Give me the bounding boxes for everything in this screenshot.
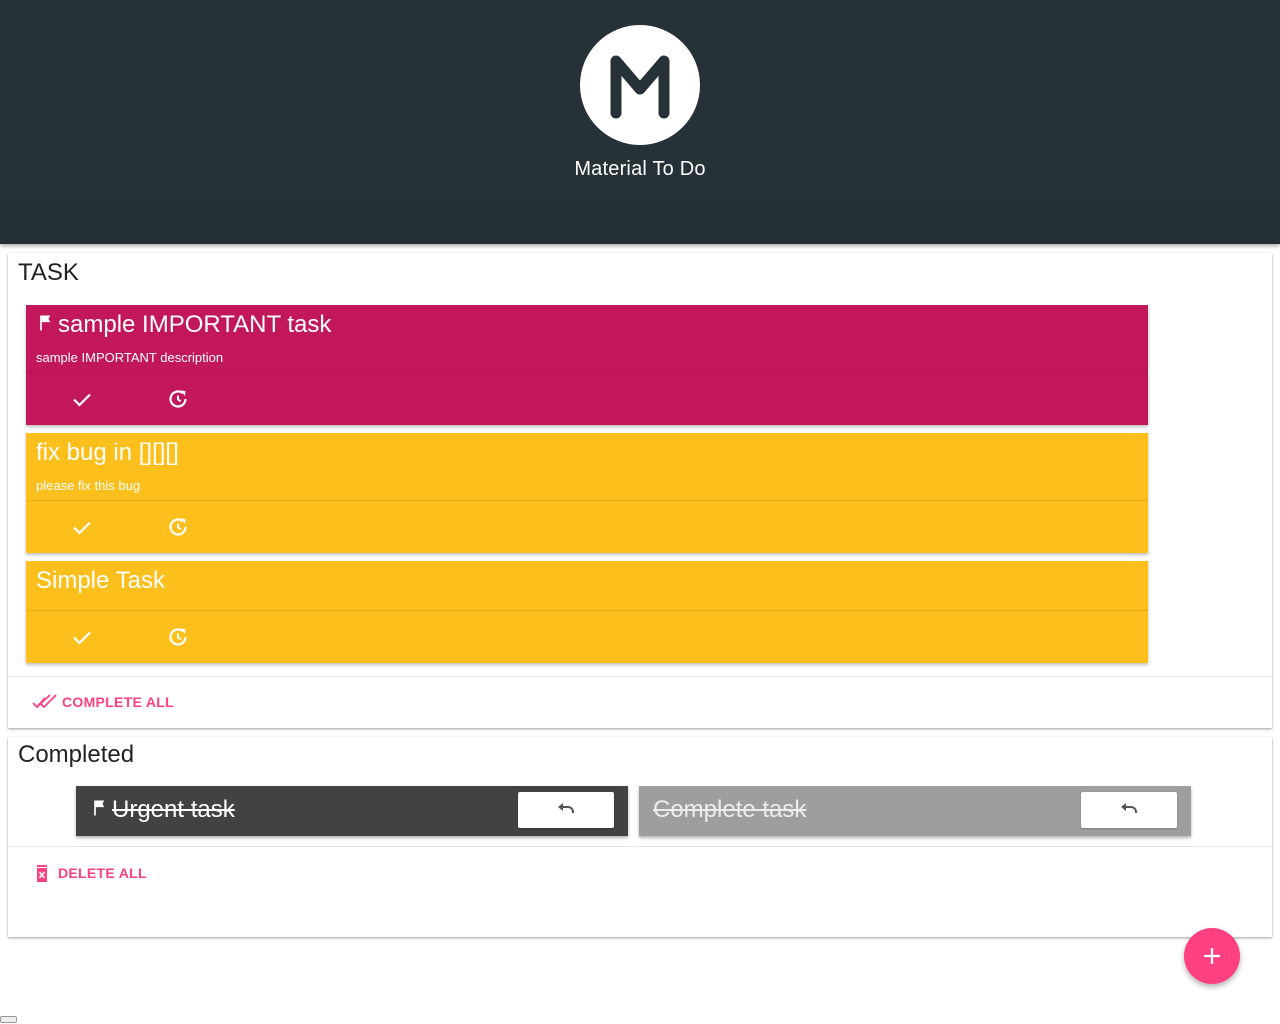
complete-task-button[interactable] (70, 387, 94, 411)
completed-item-important: Urgent task (76, 786, 628, 836)
completed-item-title: Complete task (653, 796, 807, 823)
task-title: Simple Task (36, 567, 165, 594)
app-title: Material To Do (574, 158, 706, 180)
completed-item-text: Urgent task (112, 796, 235, 823)
flag-icon (40, 315, 51, 331)
undo-icon (558, 803, 574, 813)
app-header: Material To Do (0, 0, 1280, 244)
undo-icon (1121, 803, 1137, 813)
restore-icon (169, 518, 187, 536)
snooze-task-button[interactable] (166, 625, 190, 649)
flag-icon (94, 800, 105, 816)
add-icon (1204, 948, 1220, 964)
card-divider (8, 676, 1272, 677)
task-divider (26, 500, 1148, 501)
restore-icon (169, 390, 187, 408)
header-band (0, 200, 1280, 244)
check-icon (73, 393, 91, 407)
done-all-icon (32, 694, 57, 709)
task-description: sample IMPORTANT description (36, 350, 224, 365)
complete-task-button[interactable] (70, 515, 94, 539)
complete-all-button[interactable]: COMPLETE ALL (32, 693, 174, 711)
task-title: fix bug in [][][] (36, 439, 179, 466)
restore-icon (169, 628, 187, 646)
add-task-button[interactable] (1184, 928, 1240, 984)
delete-all-label: DELETE ALL (58, 865, 147, 881)
complete-all-label: COMPLETE ALL (62, 694, 174, 710)
logo-m-icon (610, 55, 670, 119)
check-icon (73, 631, 91, 645)
task-description: please fix this bug (36, 478, 141, 493)
undo-button[interactable] (518, 792, 614, 828)
task-item: fix bug in [][][] please fix this bug (26, 433, 1148, 553)
scroll-handle[interactable] (0, 1016, 17, 1023)
task-title: sample IMPORTANT task (36, 311, 331, 339)
task-divider (26, 372, 1148, 373)
complete-task-button[interactable] (70, 625, 94, 649)
task-section-title: TASK (18, 259, 79, 286)
task-item: Simple Task (26, 561, 1148, 663)
snooze-task-button[interactable] (166, 387, 190, 411)
task-item-important: sample IMPORTANT task sample IMPORTANT d… (26, 305, 1148, 425)
card-divider (8, 846, 1272, 847)
snooze-task-button[interactable] (166, 515, 190, 539)
undo-button[interactable] (1081, 792, 1177, 828)
task-divider (26, 610, 1148, 611)
completed-item: Complete task (639, 786, 1191, 836)
completed-item-title: Urgent task (90, 796, 235, 824)
delete-all-button[interactable]: DELETE ALL (32, 863, 147, 883)
app-logo (580, 25, 700, 145)
task-card: TASK sample IMPORTANT task sample IMPORT… (8, 253, 1272, 728)
completed-section-title: Completed (18, 741, 135, 768)
completed-card: Completed Urgent task Complete task DELE… (8, 737, 1272, 937)
delete-icon (37, 865, 47, 882)
check-icon (73, 521, 91, 535)
task-title-text: sample IMPORTANT task (58, 311, 332, 338)
